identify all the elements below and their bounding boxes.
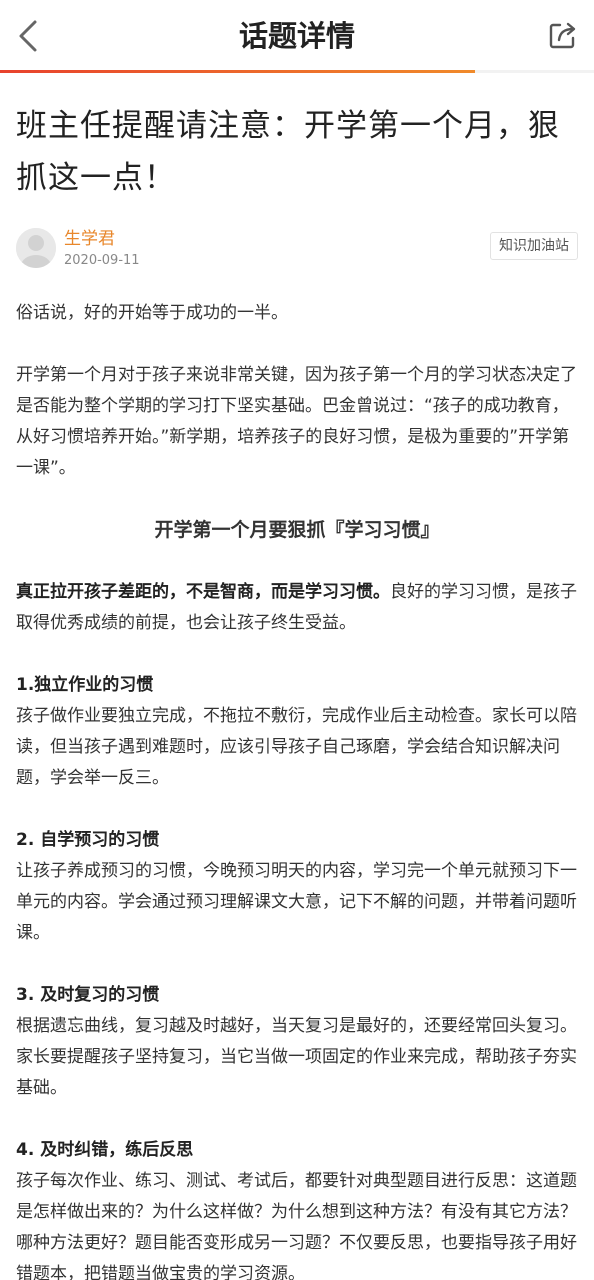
habit-section-text: 根据遗忘曲线，复习越及时越好，当天复习是最好的，还要经常回头复习。家长要提醒孩子… (16, 1016, 577, 1098)
habit-section-title: 2. 自学预习的习惯 (16, 830, 160, 850)
author-name[interactable]: 生学君 (64, 228, 115, 250)
default-avatar-icon (16, 228, 56, 268)
article-body: 俗话说，好的开始等于成功的一半。 开学第一个月对于孩子来说非常关键，因为孩子第一… (16, 298, 578, 1280)
paragraph: 真正拉开孩子差距的，不是智商，而是学习习惯。良好的学习习惯，是孩子取得优秀成绩的… (16, 577, 578, 639)
topic-detail-page: 话题详情 班主任提醒请注意：开学第一个月，狠抓这一点！ 生学君 2020-09-… (0, 0, 594, 1280)
top-nav-bar: 话题详情 (0, 0, 594, 73)
intro-paragraph: 俗话说，好的开始等于成功的一半。 (16, 303, 288, 323)
author-row: 生学君 2020-09-11 知识加油站 (16, 226, 578, 272)
article: 班主任提醒请注意：开学第一个月，狠抓这一点！ 生学君 2020-09-11 知识… (0, 100, 594, 1280)
read-progress-fill (0, 70, 476, 73)
publish-date: 2020-09-11 (64, 253, 140, 268)
habit-section-title: 1.独立作业的习惯 (16, 675, 154, 695)
avatar[interactable] (16, 228, 56, 268)
habit-section-title: 4. 及时纠错，练后反思 (16, 1140, 194, 1160)
habit-section: 4. 及时纠错，练后反思 孩子每次作业、练习、测试、考试后，都要针对典型题目进行… (16, 1135, 578, 1280)
share-icon (549, 22, 576, 49)
habit-section-text: 让孩子养成预习的习惯，今晚预习明天的内容，学习完一个单元就预习下一单元的内容。学… (16, 861, 577, 943)
page-title: 话题详情 (238, 19, 355, 53)
habit-section-text: 孩子做作业要独立完成，不拖拉不敷衍，完成作业后主动检查。家长可以陪读，但当孩子遇… (16, 706, 577, 788)
habit-section-title: 3. 及时复习的习惯 (16, 985, 160, 1005)
habit-section-text: 孩子每次作业、练习、测试、考试后，都要针对典型题目进行反思：这道题是怎样做出来的… (16, 1171, 577, 1280)
topic-tag[interactable]: 知识加油站 (490, 232, 578, 260)
article-title: 班主任提醒请注意：开学第一个月，狠抓这一点！ (16, 108, 560, 196)
paragraph: 开学第一个月对于孩子来说非常关键，因为孩子第一个月的学习状态决定了是否能为整个学… (16, 365, 577, 478)
section-subheading: 开学第一个月要狠抓『学习习惯』 (154, 519, 440, 541)
bold-text: 真正拉开孩子差距的，不是智商，而是学习习惯。 (16, 582, 390, 602)
read-progress-bar (0, 70, 594, 73)
share-button[interactable] (546, 17, 580, 53)
habit-section: 1.独立作业的习惯 孩子做作业要独立完成，不拖拉不敷衍，完成作业后主动检查。家长… (16, 670, 578, 794)
habit-section: 3. 及时复习的习惯 根据遗忘曲线，复习越及时越好，当天复习是最好的，还要经常回… (16, 980, 578, 1104)
habit-section: 2. 自学预习的习惯 让孩子养成预习的习惯，今晚预习明天的内容，学习完一个单元就… (16, 825, 578, 949)
